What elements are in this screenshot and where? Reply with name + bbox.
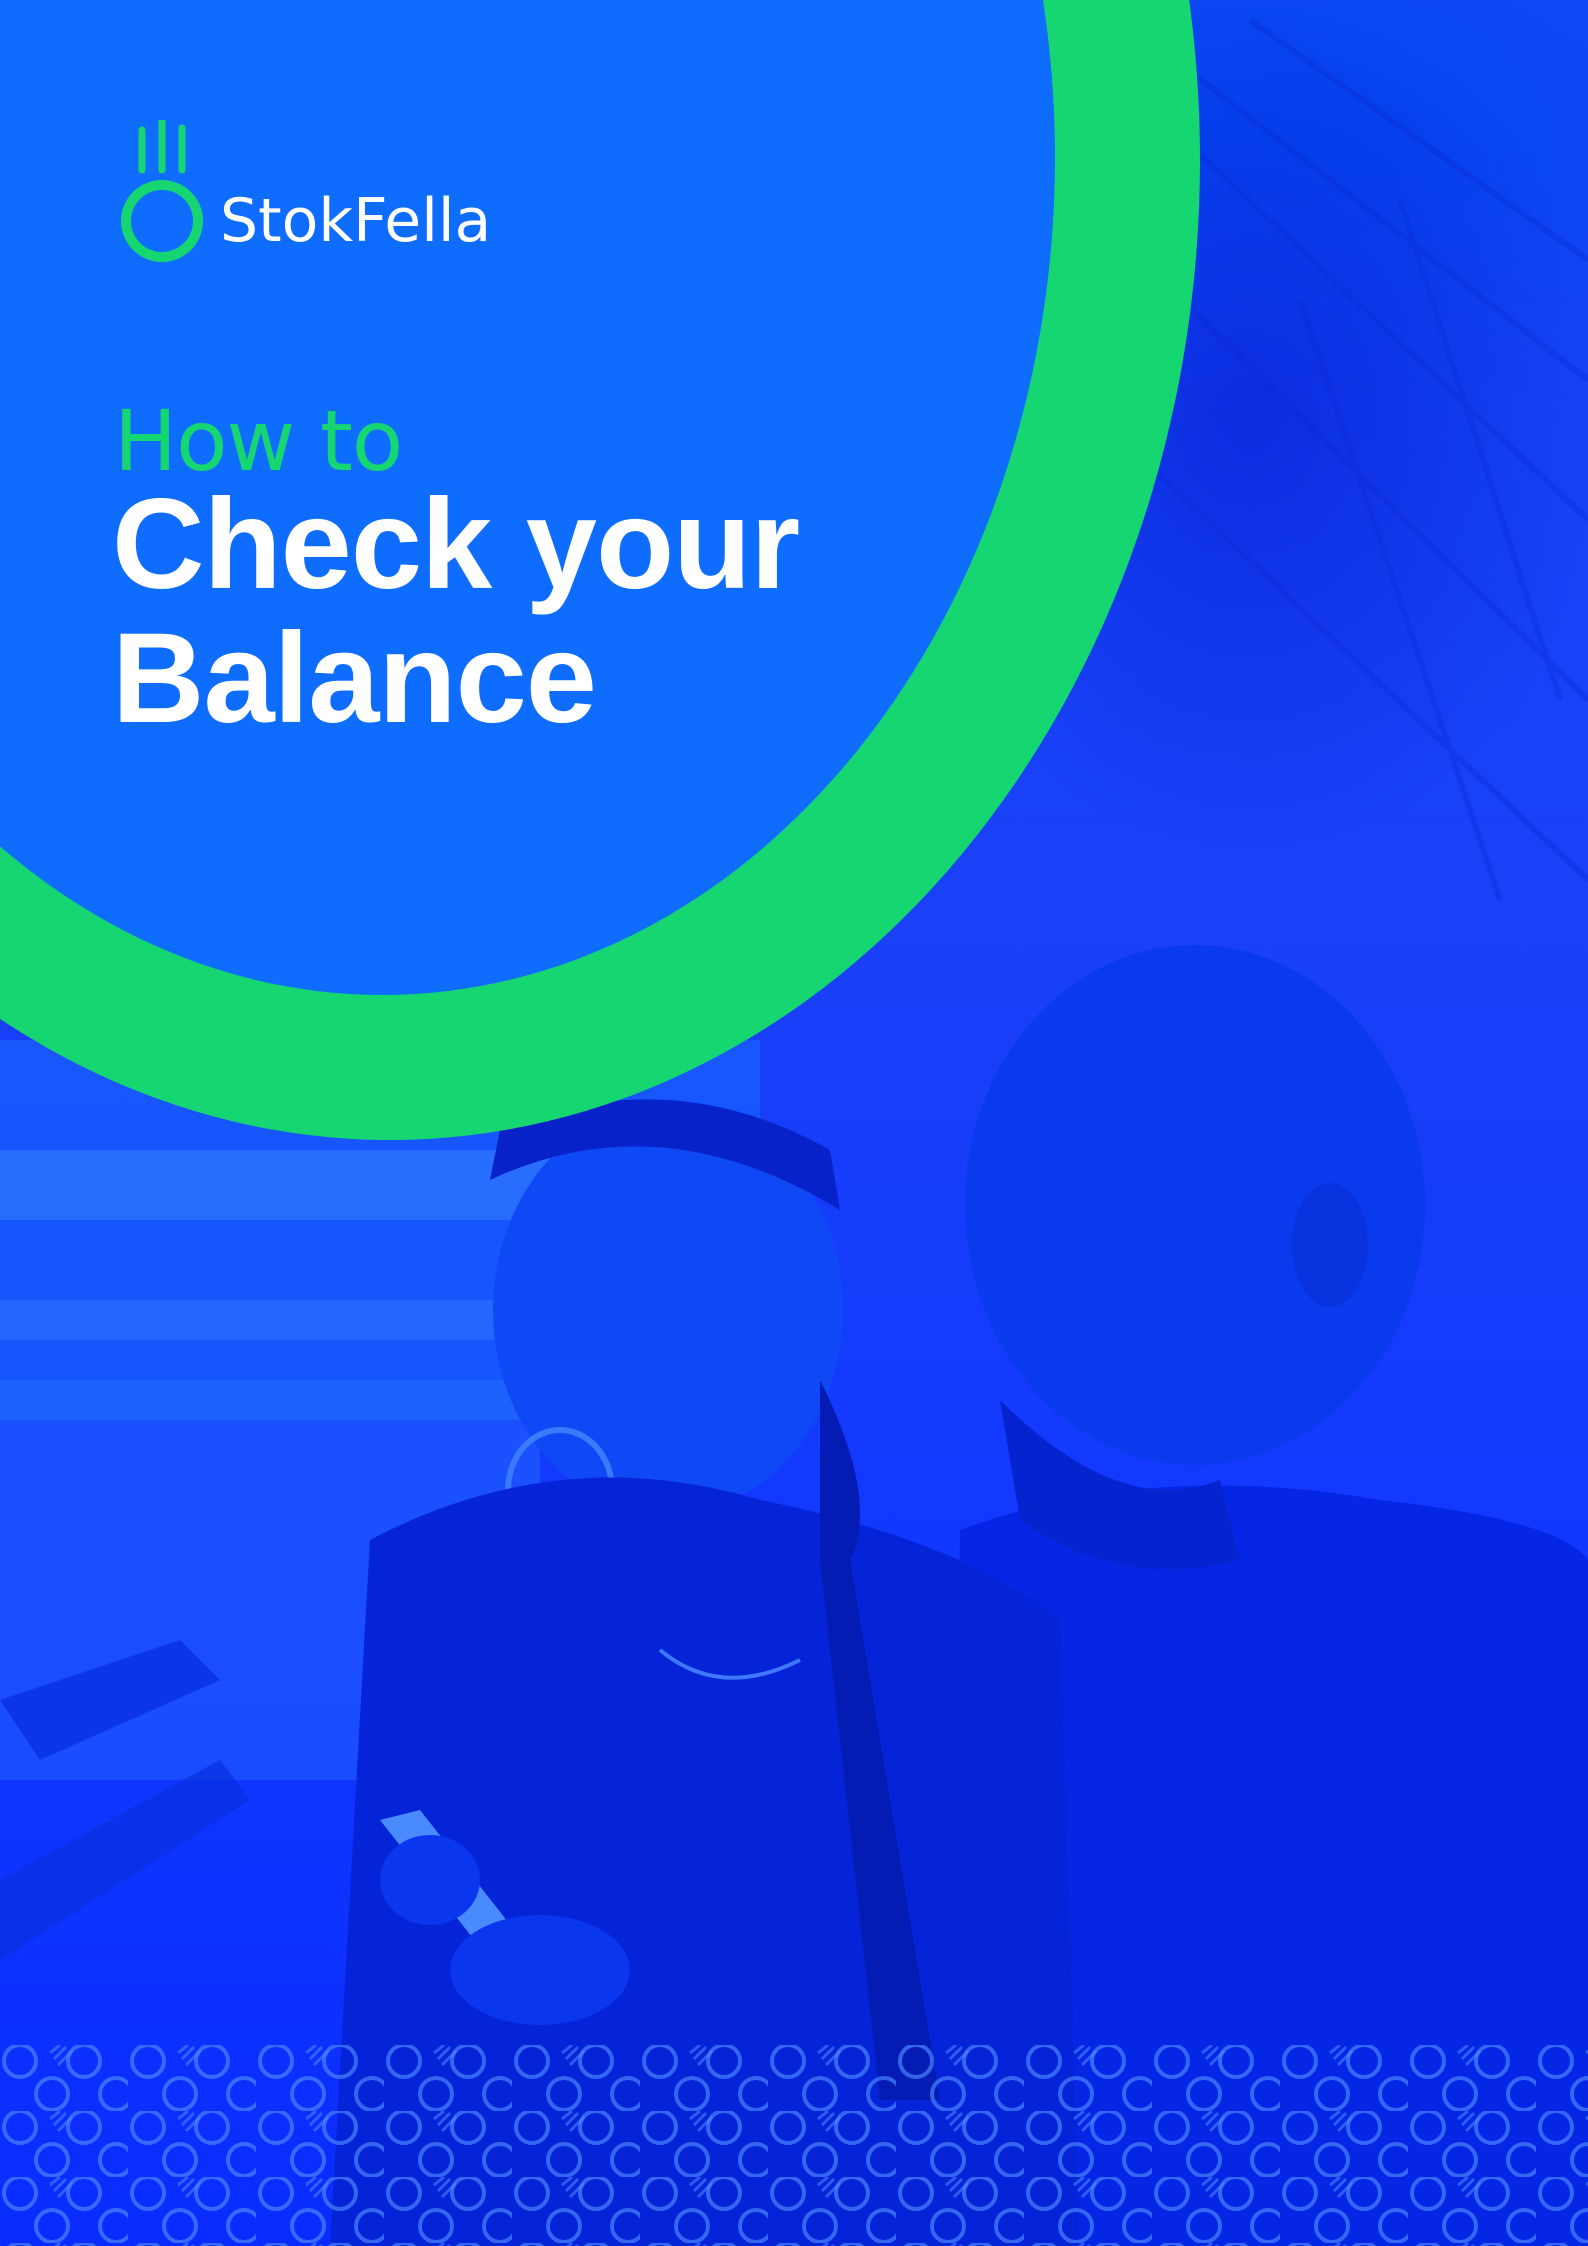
brand-name: StokFella — [220, 186, 492, 256]
title-line-1: Check your — [112, 473, 800, 616]
brand-logo: StokFella — [118, 120, 538, 270]
circle-pattern-band — [0, 2045, 1588, 2246]
page-title: Check your Balance — [112, 478, 1012, 746]
cover-page: StokFella How to Check your Balance — [0, 0, 1588, 2246]
title-line-2: Balance — [112, 607, 597, 750]
pot-icon — [121, 120, 203, 262]
